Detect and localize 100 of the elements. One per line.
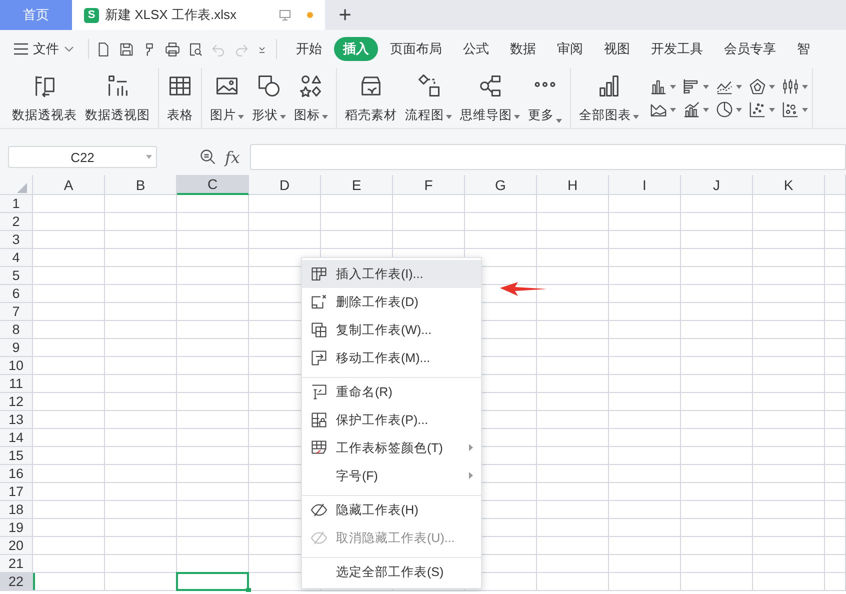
menu-item[interactable]: 复制工作表(W)... (302, 316, 481, 344)
table-cell (681, 537, 753, 555)
column-header[interactable]: J (681, 175, 753, 195)
shapes-button[interactable]: 形状 (248, 68, 290, 128)
ribbon-tab[interactable]: 审阅 (548, 37, 592, 61)
ribbon-tab[interactable]: 开发工具 (642, 37, 712, 61)
save-button[interactable] (118, 40, 135, 58)
ribbon-tab[interactable]: 页面布局 (381, 37, 451, 61)
table-cell (681, 267, 753, 285)
mind-map-button[interactable]: 思维导图 (456, 68, 524, 128)
table-cell (825, 213, 846, 231)
table-cell (825, 483, 846, 501)
menu-item[interactable]: 删除工作表(D) (302, 288, 481, 316)
pivot-table-button[interactable]: 数据透视表 (8, 68, 81, 128)
pivot-chart-button[interactable]: 数据透视图 (81, 68, 154, 128)
pie-chart-button[interactable] (715, 100, 742, 119)
bar-chart-button[interactable] (682, 77, 709, 96)
formula-input[interactable] (250, 144, 846, 170)
row-header[interactable]: 9 (0, 339, 33, 357)
row-header[interactable]: 10 (0, 357, 33, 375)
menu-item[interactable]: 移动工作表(M)... (302, 344, 481, 372)
column-header[interactable]: K (753, 175, 825, 195)
row-header[interactable]: 21 (0, 555, 33, 573)
table-cell (681, 249, 753, 267)
table-cell (609, 231, 681, 249)
stock-chart-button[interactable] (781, 77, 808, 96)
menu-item[interactable]: 保护工作表(P)... (302, 406, 481, 434)
table-cell (537, 573, 609, 591)
column-header[interactable]: B (105, 175, 177, 195)
rename-icon (310, 383, 328, 401)
ribbon-tab[interactable]: 智 (788, 37, 819, 61)
table-cell (321, 195, 393, 213)
column-header[interactable]: A (33, 175, 105, 195)
sheet-move-icon (310, 349, 328, 367)
row-header[interactable]: 5 (0, 267, 33, 285)
ribbon-tab[interactable]: 公式 (454, 37, 498, 61)
store-button[interactable]: 稻壳素材 (341, 68, 401, 128)
name-box[interactable]: C22 (8, 146, 157, 168)
printer-button[interactable] (164, 40, 181, 58)
table-cell (753, 285, 825, 303)
menu-item-label: 保护工作表(P)... (336, 412, 428, 428)
column-header[interactable]: D (249, 175, 321, 195)
image-button[interactable]: 图片 (206, 68, 248, 128)
column-header[interactable]: I (609, 175, 681, 195)
scatter-chart-button[interactable] (748, 100, 775, 119)
file-menu[interactable]: 文件 (14, 40, 82, 58)
row-header[interactable]: 13 (0, 411, 33, 429)
menu-item[interactable]: 重命名(R) (302, 377, 481, 406)
menu-item-label: 工作表标签颜色(T) (336, 440, 443, 456)
zoom-icon[interactable] (199, 148, 217, 166)
row-header[interactable]: 16 (0, 465, 33, 483)
dropdown-icon (146, 155, 152, 159)
ribbon-tab[interactable]: 数据 (501, 37, 545, 61)
row-header[interactable]: 2 (0, 213, 33, 231)
bubble-chart-button[interactable] (781, 100, 808, 119)
menu-item[interactable]: 工作表标签颜色(T) (302, 434, 481, 462)
row-header[interactable]: 4 (0, 249, 33, 267)
column-header[interactable]: E (321, 175, 393, 195)
row-header[interactable]: 1 (0, 195, 33, 213)
menu-item[interactable]: 选定全部工作表(S) (302, 557, 481, 586)
row-header[interactable]: 20 (0, 537, 33, 555)
column-header[interactable]: G (465, 175, 537, 195)
new-tab-button[interactable]: + (327, 0, 363, 30)
row-header[interactable]: 22 (0, 573, 33, 591)
menu-item[interactable]: 插入工作表(I)... (302, 260, 481, 288)
row-header[interactable]: 8 (0, 321, 33, 339)
table-cell (105, 519, 177, 537)
function-label[interactable]: fx (225, 148, 240, 166)
column-header[interactable]: H (537, 175, 609, 195)
table-cell (825, 465, 846, 483)
row-header[interactable]: 15 (0, 447, 33, 465)
column-header[interactable]: F (393, 175, 465, 195)
row-header[interactable]: 7 (0, 303, 33, 321)
table-button[interactable]: 表格 (163, 68, 197, 128)
row-header[interactable]: 19 (0, 519, 33, 537)
flowchart-button[interactable]: 流程图 (401, 68, 456, 128)
row-header[interactable]: 14 (0, 429, 33, 447)
column-header[interactable]: C (177, 175, 249, 195)
row-header[interactable]: 12 (0, 393, 33, 411)
row-header[interactable]: 6 (0, 285, 33, 303)
table-cell (825, 357, 846, 375)
more-button[interactable]: 更多 (524, 68, 566, 128)
row-header[interactable]: 3 (0, 231, 33, 249)
stock-chart-icon (781, 77, 800, 96)
menu-item[interactable]: 隐藏工作表(H) (302, 495, 481, 524)
bar-chart-button[interactable]: 全部图表 (575, 68, 643, 128)
menu-item[interactable]: 字号(F) (302, 462, 481, 490)
ribbon-tab[interactable]: 会员专享 (715, 37, 785, 61)
print-preview-button[interactable] (187, 40, 204, 58)
row-header[interactable]: 11 (0, 375, 33, 393)
combo-chart-button[interactable] (682, 100, 709, 119)
ribbon-tab[interactable]: 视图 (595, 37, 639, 61)
row-header[interactable]: 17 (0, 483, 33, 501)
document-tab[interactable]: S 新建 XLSX 工作表.xlsx (72, 0, 325, 30)
row-header[interactable]: 18 (0, 501, 33, 519)
table-cell (681, 573, 753, 591)
radar-chart-button[interactable] (748, 77, 775, 96)
ribbon-tab[interactable]: 开始 (287, 37, 331, 61)
icon-set-button[interactable]: 图标 (290, 68, 332, 128)
active-cell[interactable] (176, 572, 249, 591)
